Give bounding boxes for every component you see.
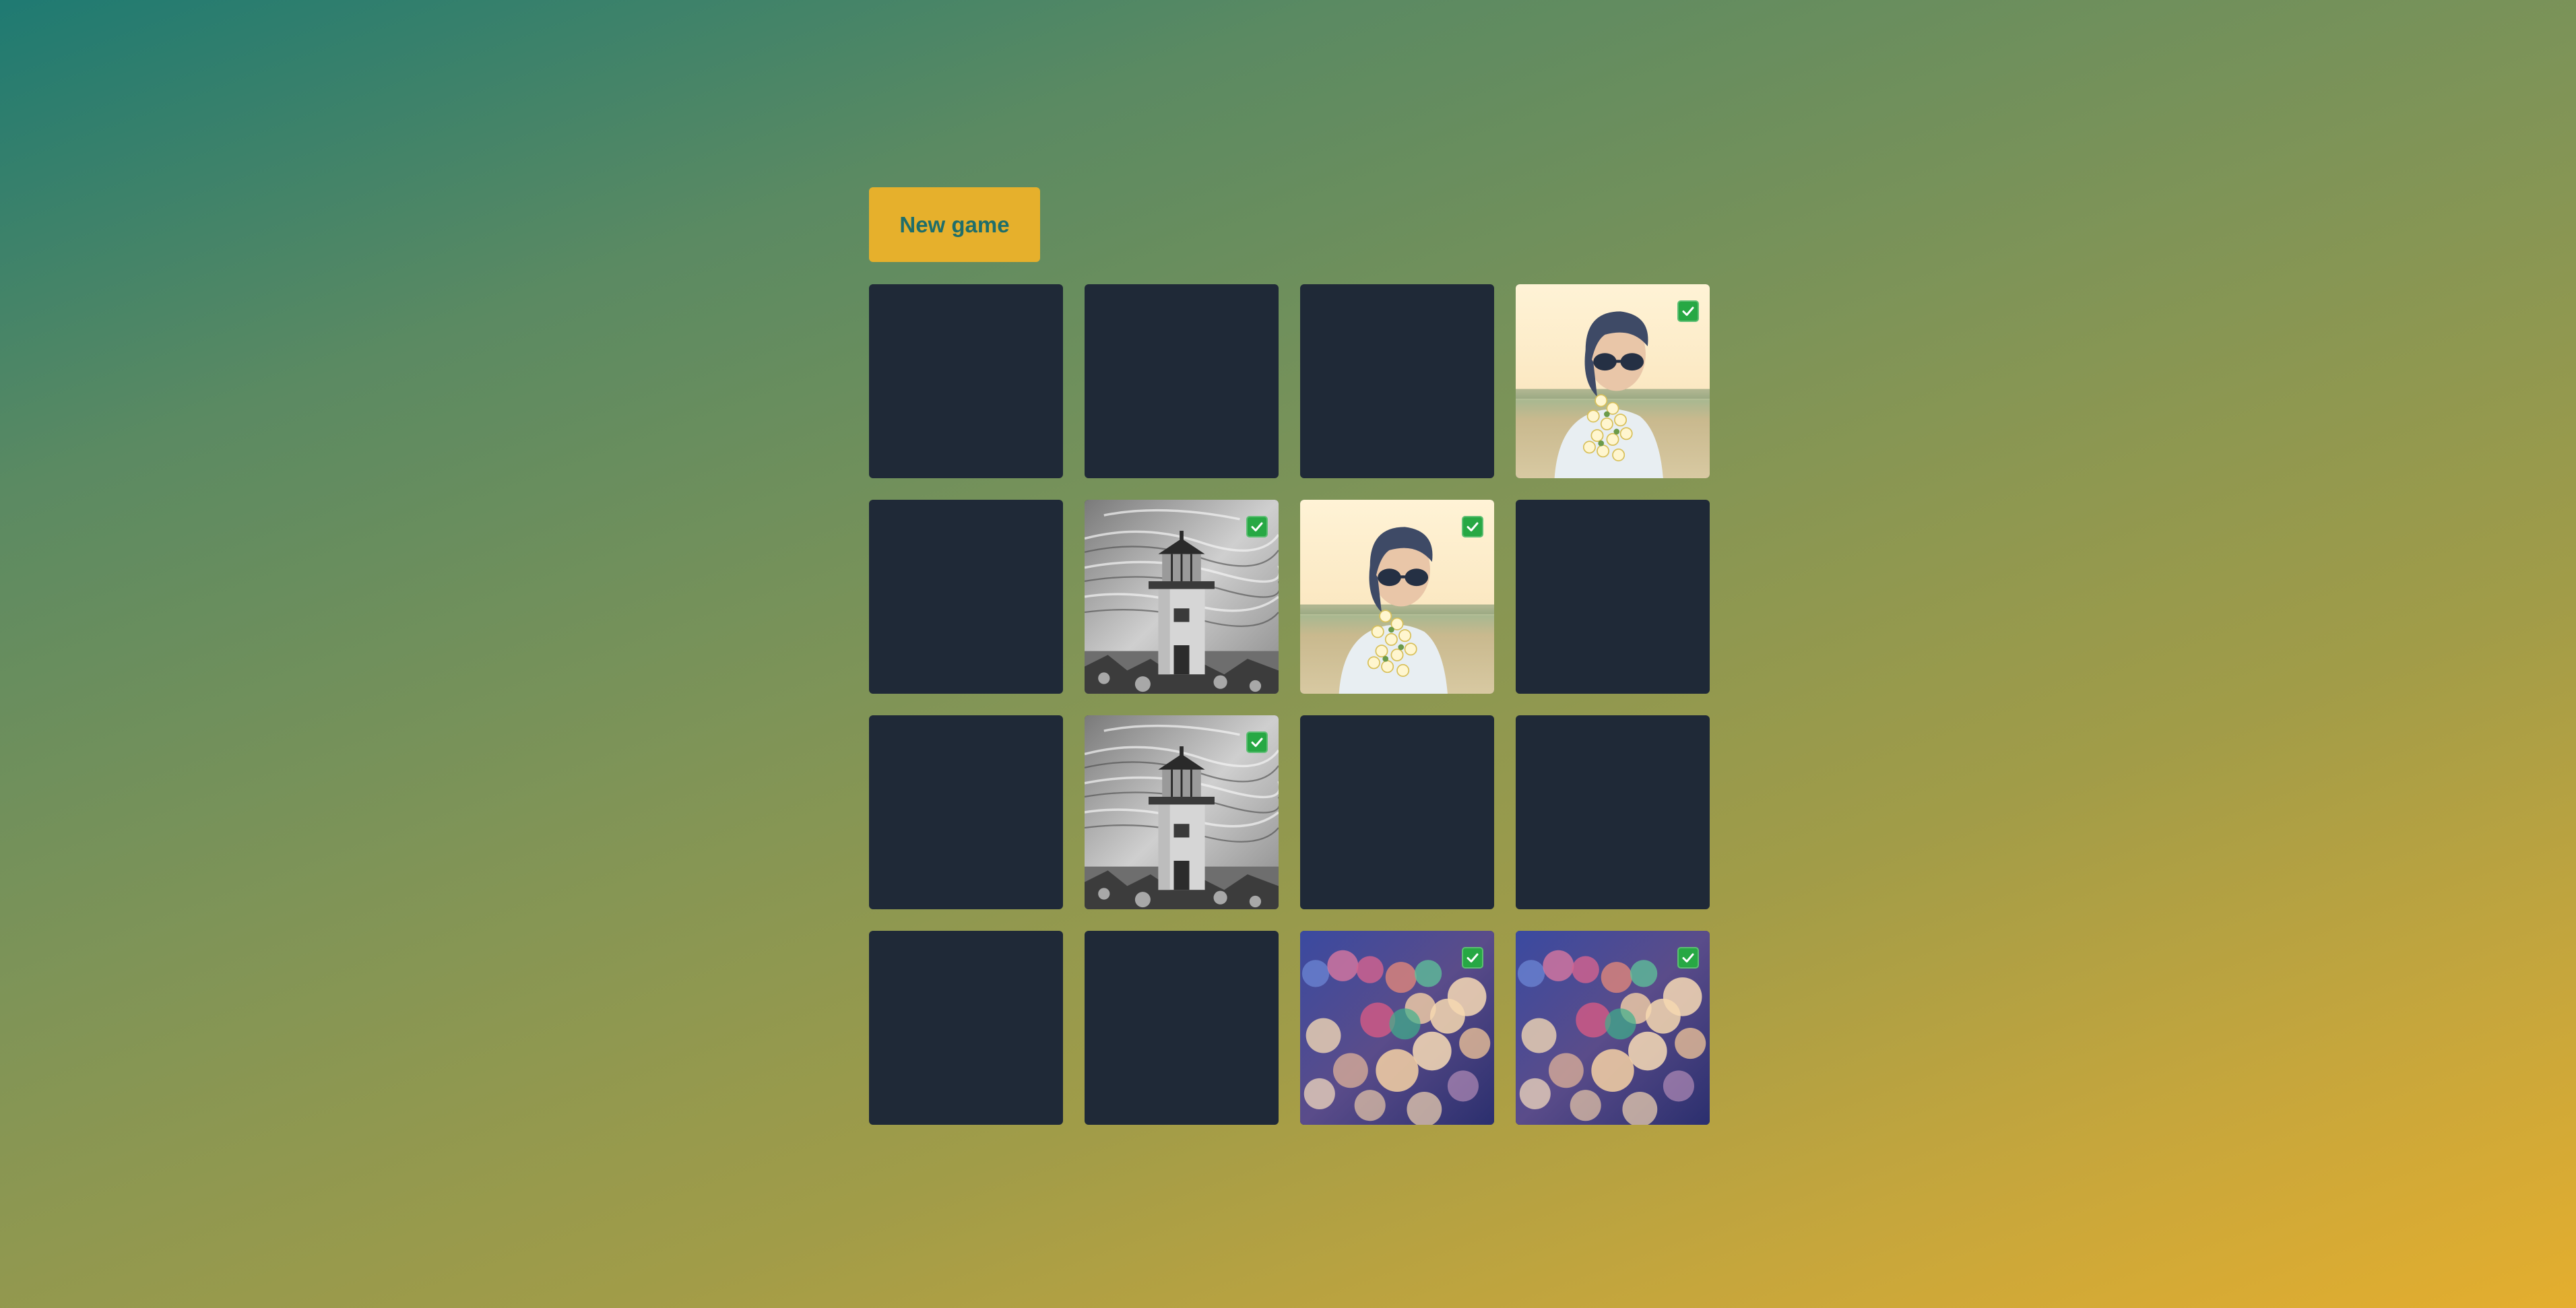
check-mark-icon (1677, 300, 1699, 322)
check-mark-icon (1246, 516, 1268, 537)
card[interactable] (1300, 715, 1494, 909)
check-mark-icon (1462, 516, 1483, 537)
memory-game: New game (869, 187, 1711, 1125)
card[interactable] (1300, 284, 1494, 478)
card[interactable] (869, 500, 1063, 694)
card[interactable] (1516, 931, 1710, 1125)
check-mark-icon (1246, 731, 1268, 753)
check-mark-icon (1677, 947, 1699, 969)
card[interactable] (1300, 500, 1494, 694)
card[interactable] (869, 715, 1063, 909)
new-game-button[interactable]: New game (869, 187, 1040, 262)
card[interactable] (1516, 284, 1710, 478)
card[interactable] (869, 931, 1063, 1125)
card[interactable] (1085, 284, 1279, 478)
card[interactable] (1085, 931, 1279, 1125)
check-mark-icon (1462, 947, 1483, 969)
card[interactable] (1085, 500, 1279, 694)
card[interactable] (1300, 931, 1494, 1125)
card[interactable] (1516, 500, 1710, 694)
card-grid (869, 284, 1710, 1125)
card[interactable] (869, 284, 1063, 478)
card[interactable] (1085, 715, 1279, 909)
card[interactable] (1516, 715, 1710, 909)
